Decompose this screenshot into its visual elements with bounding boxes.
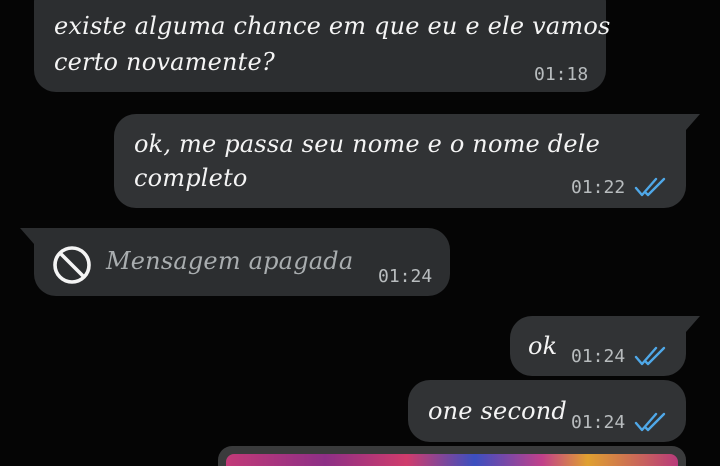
read-receipt-icon <box>634 346 666 366</box>
blocked-icon <box>53 246 91 284</box>
read-receipt-icon <box>634 412 666 432</box>
message-text: ok, me passa seu nome e o nome dele <box>134 130 601 158</box>
message-time: 01:22 <box>571 177 626 198</box>
message-bubble-outgoing[interactable]: one second 01:24 <box>408 380 686 442</box>
image-message-preview[interactable] <box>218 446 686 466</box>
message-bubble-incoming[interactable]: existe alguma chance em que eu e ele vam… <box>34 0 610 92</box>
message-text: ok <box>528 332 558 360</box>
message-bubble-deleted[interactable]: Mensagem apagada 01:24 <box>34 228 450 296</box>
message-text: one second <box>428 397 567 425</box>
deleted-message-text: Mensagem apagada <box>106 247 354 275</box>
message-bubble-outgoing[interactable]: ok 01:24 <box>510 316 686 376</box>
message-text: certo novamente? <box>54 48 275 76</box>
bubble-tail <box>686 114 700 130</box>
message-time: 01:24 <box>571 346 626 367</box>
message-time: 01:18 <box>534 64 589 85</box>
bubble-tail <box>20 228 34 244</box>
bubble-tail <box>686 316 700 332</box>
read-receipt-icon <box>634 177 666 197</box>
message-text: completo <box>134 164 248 192</box>
message-bubble-outgoing[interactable]: ok, me passa seu nome e o nome dele comp… <box>114 114 686 208</box>
message-time: 01:24 <box>571 412 626 433</box>
message-time: 01:24 <box>378 266 433 287</box>
image-thumbnail <box>226 454 678 466</box>
message-text: existe alguma chance em que eu e ele vam… <box>54 12 611 40</box>
